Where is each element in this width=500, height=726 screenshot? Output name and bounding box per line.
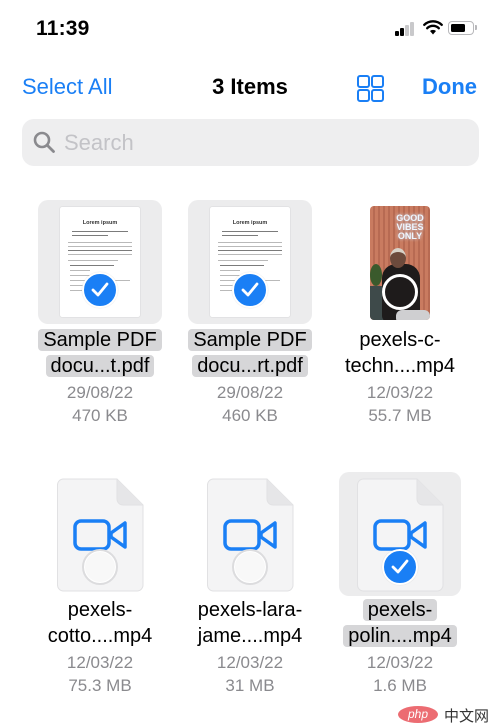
selected-checkmark-icon: [382, 549, 418, 585]
search-icon: [33, 131, 55, 153]
file-name: pexels-cotto....mp4: [47, 599, 153, 647]
file-date: 12/03/22: [216, 653, 284, 672]
selection-circle-icon[interactable]: [82, 549, 118, 585]
file-date: 12/03/22: [66, 653, 134, 672]
file-item[interactable]: pexels-polin....mp4 12/03/22 1.6 MB: [325, 472, 475, 712]
selected-checkmark-icon: [82, 272, 118, 308]
file-size: 31 MB: [225, 676, 275, 695]
file-name: pexels-lara-jame....mp4: [197, 599, 303, 647]
file-name: Sample PDF docu...rt.pdf: [175, 327, 325, 379]
file-name: pexels-polin....mp4: [325, 597, 475, 649]
file-item[interactable]: pexels-cotto....mp4 12/03/22 75.3 MB: [25, 472, 175, 712]
watermark-text: 中文网: [444, 707, 490, 725]
selected-checkmark-icon: [232, 272, 268, 308]
selection-circle-icon[interactable]: [382, 274, 418, 310]
file-size: 470 KB: [72, 406, 128, 425]
file-date: 29/08/22: [216, 383, 284, 402]
file-item[interactable]: Lorem ipsum Sample PDF docu...rt.pdf 29/0…: [175, 200, 325, 430]
status-time: 11:39: [36, 17, 90, 40]
file-size: 460 KB: [222, 406, 278, 425]
file-item[interactable]: pexels-lara-jame....mp4 12/03/22 31 MB: [175, 472, 325, 712]
battery-icon: [448, 21, 474, 35]
cellular-signal-icon: [395, 22, 417, 36]
done-button[interactable]: Done: [422, 74, 477, 100]
grid-view-icon[interactable]: [357, 75, 384, 102]
file-size: 75.3 MB: [68, 676, 132, 695]
file-date: 12/03/22: [366, 653, 434, 672]
file-size: 1.6 MB: [373, 676, 427, 695]
file-size: 55.7 MB: [368, 406, 432, 425]
search-bar[interactable]: [22, 119, 479, 166]
selection-circle-icon[interactable]: [232, 549, 268, 585]
status-bar: 11:39: [0, 0, 500, 58]
file-item[interactable]: Lorem ipsum Sample PDF docu...t.pdf 29/08…: [25, 200, 175, 430]
file-date: 29/08/22: [66, 383, 134, 402]
search-input[interactable]: [64, 119, 464, 166]
select-all-button[interactable]: Select All: [22, 74, 113, 100]
file-item[interactable]: GOOD VIBES ONLY pexels-c-techn....mp4 12…: [325, 200, 475, 430]
wifi-icon: [423, 20, 443, 35]
file-name: pexels-c-techn....mp4: [344, 329, 456, 377]
file-date: 12/03/22: [366, 383, 434, 402]
navigation-bar: Select All 3 Items Done: [0, 68, 500, 108]
watermark-badge: php: [398, 706, 438, 723]
battery-cap: [475, 25, 477, 30]
file-name: Sample PDF docu...t.pdf: [25, 327, 175, 379]
